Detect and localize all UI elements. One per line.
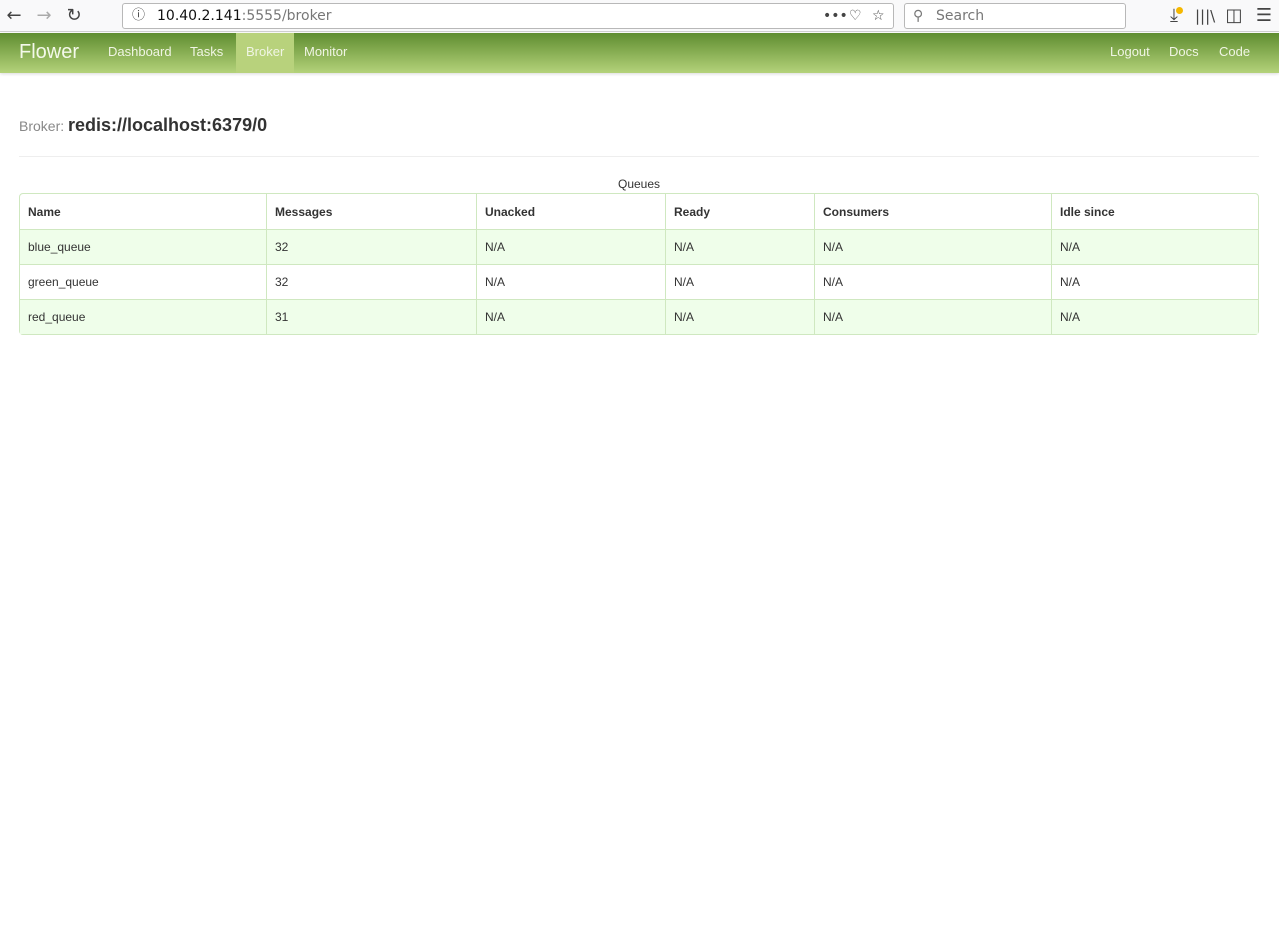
reload-icon[interactable]: ↻ bbox=[64, 5, 84, 27]
table-caption: Queues bbox=[617, 177, 661, 191]
cell: N/A bbox=[665, 299, 814, 334]
cell: N/A bbox=[814, 299, 1051, 334]
cell: blue_queue bbox=[20, 229, 266, 264]
nav-code[interactable]: Code bbox=[1209, 33, 1260, 73]
more-icon[interactable]: ••• bbox=[823, 4, 848, 28]
divider bbox=[19, 156, 1259, 157]
url-host: 10.40.2.141 bbox=[157, 8, 242, 24]
cell: red_queue bbox=[20, 299, 266, 334]
downloads-icon[interactable]: ⤓ bbox=[1164, 5, 1184, 27]
cell: N/A bbox=[476, 264, 665, 299]
cell: N/A bbox=[476, 299, 665, 334]
cell: N/A bbox=[476, 229, 665, 264]
table-row: blue_queue 32 N/A N/A N/A N/A bbox=[20, 229, 1258, 264]
search-input[interactable]: ⚲ Search bbox=[904, 3, 1126, 29]
cell: N/A bbox=[665, 264, 814, 299]
table-row: green_queue 32 N/A N/A N/A N/A bbox=[20, 264, 1258, 299]
nav-dashboard[interactable]: Dashboard bbox=[98, 33, 182, 73]
table-row: red_queue 31 N/A N/A N/A N/A bbox=[20, 299, 1258, 334]
table-header: Name Messages Unacked Ready Consumers Id… bbox=[20, 194, 1258, 229]
queues-table: Name Messages Unacked Ready Consumers Id… bbox=[19, 193, 1259, 335]
col-name[interactable]: Name bbox=[20, 194, 266, 229]
library-icon[interactable]: |||\ bbox=[1195, 5, 1215, 27]
cell: 31 bbox=[266, 299, 476, 334]
url-bar[interactable]: ⓘ 10.40.2.141:5555/broker ••• ♡ ☆ bbox=[122, 3, 894, 29]
cell: N/A bbox=[814, 229, 1051, 264]
col-unacked[interactable]: Unacked bbox=[476, 194, 665, 229]
search-icon: ⚲ bbox=[913, 8, 924, 24]
cell: 32 bbox=[266, 229, 476, 264]
navbar: Flower Dashboard Tasks Broker Monitor Lo… bbox=[0, 33, 1279, 73]
nav-docs[interactable]: Docs bbox=[1159, 33, 1209, 73]
cell: N/A bbox=[814, 264, 1051, 299]
nav-broker[interactable]: Broker bbox=[236, 33, 295, 73]
col-consumers[interactable]: Consumers bbox=[814, 194, 1051, 229]
back-icon[interactable]: ← bbox=[4, 5, 24, 27]
url-path: :5555/broker bbox=[241, 8, 332, 24]
cell: N/A bbox=[1051, 299, 1258, 334]
nav-logout[interactable]: Logout bbox=[1100, 33, 1160, 73]
cell: N/A bbox=[1051, 229, 1258, 264]
bookmark-star-icon[interactable]: ☆ bbox=[872, 4, 885, 28]
forward-icon[interactable]: → bbox=[34, 5, 54, 27]
broker-url: redis://localhost:6379/0 bbox=[68, 115, 268, 135]
cell: N/A bbox=[665, 229, 814, 264]
nav-monitor[interactable]: Monitor bbox=[294, 33, 357, 73]
sidebar-icon[interactable]: ◫ bbox=[1224, 5, 1244, 27]
search-placeholder: Search bbox=[936, 8, 985, 24]
nav-tasks[interactable]: Tasks bbox=[180, 33, 233, 73]
pocket-icon[interactable]: ♡ bbox=[849, 4, 862, 28]
info-icon[interactable]: ⓘ bbox=[132, 4, 145, 28]
col-messages[interactable]: Messages bbox=[266, 194, 476, 229]
broker-label: Broker: bbox=[19, 118, 65, 134]
browser-toolbar: ← → ↻ ⓘ 10.40.2.141:5555/broker ••• ♡ ☆ … bbox=[0, 0, 1279, 32]
cell: 32 bbox=[266, 264, 476, 299]
page-title: Broker: redis://localhost:6379/0 bbox=[19, 115, 267, 136]
col-ready[interactable]: Ready bbox=[665, 194, 814, 229]
cell: N/A bbox=[1051, 264, 1258, 299]
menu-icon[interactable]: ☰ bbox=[1254, 5, 1274, 27]
brand[interactable]: Flower bbox=[19, 41, 79, 64]
cell: green_queue bbox=[20, 264, 266, 299]
col-idle-since[interactable]: Idle since bbox=[1051, 194, 1258, 229]
